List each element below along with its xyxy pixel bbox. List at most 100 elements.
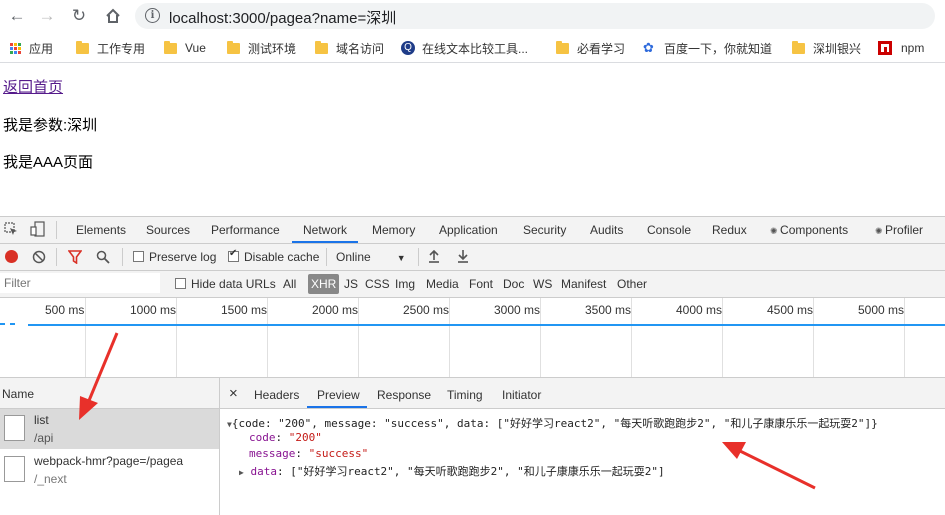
tab-network[interactable]: Network (303, 223, 347, 237)
tab-components[interactable]: ✺ Components (770, 223, 848, 237)
diff-tool-icon: Q (401, 41, 415, 55)
folder-icon (556, 40, 569, 54)
tab-initiator[interactable]: Initiator (502, 388, 541, 402)
timeline-tick: 2500 ms (403, 303, 450, 317)
bookmark-folder[interactable]: 深圳银兴 (792, 39, 861, 57)
filter-type-css[interactable]: CSS (365, 277, 390, 291)
folder-icon (227, 40, 240, 54)
record-icon[interactable] (5, 250, 18, 263)
filter-type-media[interactable]: Media (426, 277, 459, 291)
disable-cache-checkbox[interactable]: Disable cache (228, 248, 319, 264)
toolbar-divider (326, 248, 327, 266)
reload-icon[interactable]: ↻ (68, 6, 90, 26)
baidu-paw-icon: ✿ (643, 40, 654, 55)
filter-type-all[interactable]: All (283, 277, 296, 291)
preserve-log-checkbox[interactable]: Preserve log (133, 250, 216, 264)
toolbar-divider (56, 248, 57, 266)
request-row-list[interactable]: list /api (0, 409, 219, 449)
filter-type-js[interactable]: JS (344, 277, 358, 291)
forward-arrow-icon[interactable]: → (36, 6, 58, 26)
bookmark-folder[interactable]: 测试环境 (227, 39, 296, 57)
inspect-element-icon[interactable] (4, 222, 18, 239)
tab-elements[interactable]: Elements (76, 223, 126, 237)
tab-application[interactable]: Application (439, 223, 498, 237)
checkbox-checked[interactable] (228, 248, 239, 262)
request-row-webpack-hmr[interactable]: webpack-hmr?page=/pagea /_next (0, 450, 219, 490)
tab-sources[interactable]: Sources (146, 223, 190, 237)
bookmark-npm[interactable]: npm (878, 39, 924, 57)
tab-performance[interactable]: Performance (211, 223, 280, 237)
search-icon[interactable] (96, 250, 110, 267)
collapsed-triangle-icon: ▶ (239, 468, 244, 477)
bookmark-folder[interactable]: 域名访问 (315, 39, 384, 57)
close-icon[interactable]: × (229, 385, 238, 402)
toolbar-divider (122, 248, 123, 266)
timeline-tick: 2000 ms (312, 303, 359, 317)
bookmark-baidu[interactable]: ✿ 百度一下，你就知道 (643, 39, 772, 57)
tab-profiler[interactable]: ✺ Profiler (875, 223, 923, 237)
name-column-header[interactable]: Name (0, 378, 219, 409)
react-icon: ✺ (770, 226, 781, 236)
tab-headers[interactable]: Headers (254, 388, 299, 402)
checkbox[interactable] (175, 278, 186, 289)
filter-type-img[interactable]: Img (395, 277, 415, 291)
tab-memory[interactable]: Memory (372, 223, 415, 237)
active-tab-indicator (307, 406, 367, 408)
folder-icon (315, 40, 328, 54)
filter-type-xhr[interactable]: XHR (308, 274, 340, 294)
import-har-icon[interactable] (428, 249, 440, 266)
timeline-tick: 5000 ms (858, 303, 905, 317)
tab-audits[interactable]: Audits (590, 223, 623, 237)
tab-divider (56, 221, 57, 239)
json-message-line: message: "success" (249, 447, 369, 460)
filter-type-other[interactable]: Other (617, 277, 647, 291)
back-arrow-icon[interactable]: ← (6, 6, 28, 26)
url-text[interactable]: localhost:3000/pagea?name=深圳 (169, 7, 396, 28)
bookmark-diff-tool[interactable]: Q 在线文本比较工具... (401, 39, 528, 57)
active-tab-indicator (292, 241, 358, 243)
filter-input[interactable] (0, 273, 160, 293)
tab-redux[interactable]: Redux (712, 223, 747, 237)
home-icon[interactable] (102, 6, 124, 26)
json-root-summary[interactable]: ▼{code: "200", message: "success", data:… (227, 415, 878, 431)
network-timeline[interactable]: 500 ms 1000 ms 1500 ms 2000 ms 2500 ms 3… (0, 298, 945, 378)
device-toolbar-icon[interactable] (30, 221, 46, 240)
bookmark-folder[interactable]: 必看学习 (556, 39, 625, 57)
back-home-link[interactable]: 返回首页 (3, 76, 63, 97)
export-har-icon[interactable] (457, 249, 469, 266)
filter-funnel-icon[interactable] (67, 250, 83, 267)
json-data-line[interactable]: ▶ data: ["好好学习react2", "每天听歌跑跑步2", "和儿子康… (239, 463, 665, 479)
detail-tab-bar: × Headers Preview Response Timing Initia… (220, 378, 945, 409)
clear-icon[interactable] (32, 250, 46, 267)
tab-security[interactable]: Security (523, 223, 566, 237)
tab-response[interactable]: Response (377, 388, 431, 402)
request-name: list (34, 413, 49, 427)
throttle-select[interactable]: Online ▼ (336, 250, 406, 264)
timeline-dash (10, 323, 15, 325)
tab-preview[interactable]: Preview (317, 388, 360, 402)
timeline-tick: 4500 ms (767, 303, 814, 317)
react-icon: ✺ (875, 226, 886, 236)
url-bar[interactable]: i localhost:3000/pagea?name=深圳 (135, 3, 935, 29)
request-list: Name list /api webpack-hmr?page=/pagea /… (0, 378, 220, 515)
hide-data-urls-checkbox[interactable]: Hide data URLs (175, 277, 276, 291)
filter-type-manifest[interactable]: Manifest (561, 277, 606, 291)
filter-type-ws[interactable]: WS (533, 277, 552, 291)
address-bar-row: ← → ↻ i localhost:3000/pagea?name=深圳 (0, 0, 945, 33)
network-toolbar: Preserve log Disable cache Online▼ (0, 244, 945, 271)
timeline-tick: 500 ms (45, 303, 85, 317)
filter-type-doc[interactable]: Doc (503, 277, 524, 291)
tab-timing[interactable]: Timing (447, 388, 483, 402)
tab-console[interactable]: Console (647, 223, 691, 237)
bookmarks-bar: 应用 工作专用 Vue 测试环境 域名访问 Q 在线文本比较工具... 必看学习… (0, 33, 945, 63)
request-path: /_next (34, 472, 67, 486)
page-content: 返回首页 我是参数:深圳 我是AAA页面 (0, 63, 945, 216)
checkbox[interactable] (133, 251, 144, 262)
filter-type-font[interactable]: Font (469, 277, 493, 291)
timeline-request-bar (28, 324, 945, 326)
bookmark-folder[interactable]: Vue (164, 39, 206, 57)
bookmark-apps[interactable]: 应用 (10, 39, 53, 57)
folder-icon (76, 40, 89, 54)
info-icon[interactable]: i (145, 8, 160, 23)
bookmark-folder[interactable]: 工作专用 (76, 39, 145, 57)
